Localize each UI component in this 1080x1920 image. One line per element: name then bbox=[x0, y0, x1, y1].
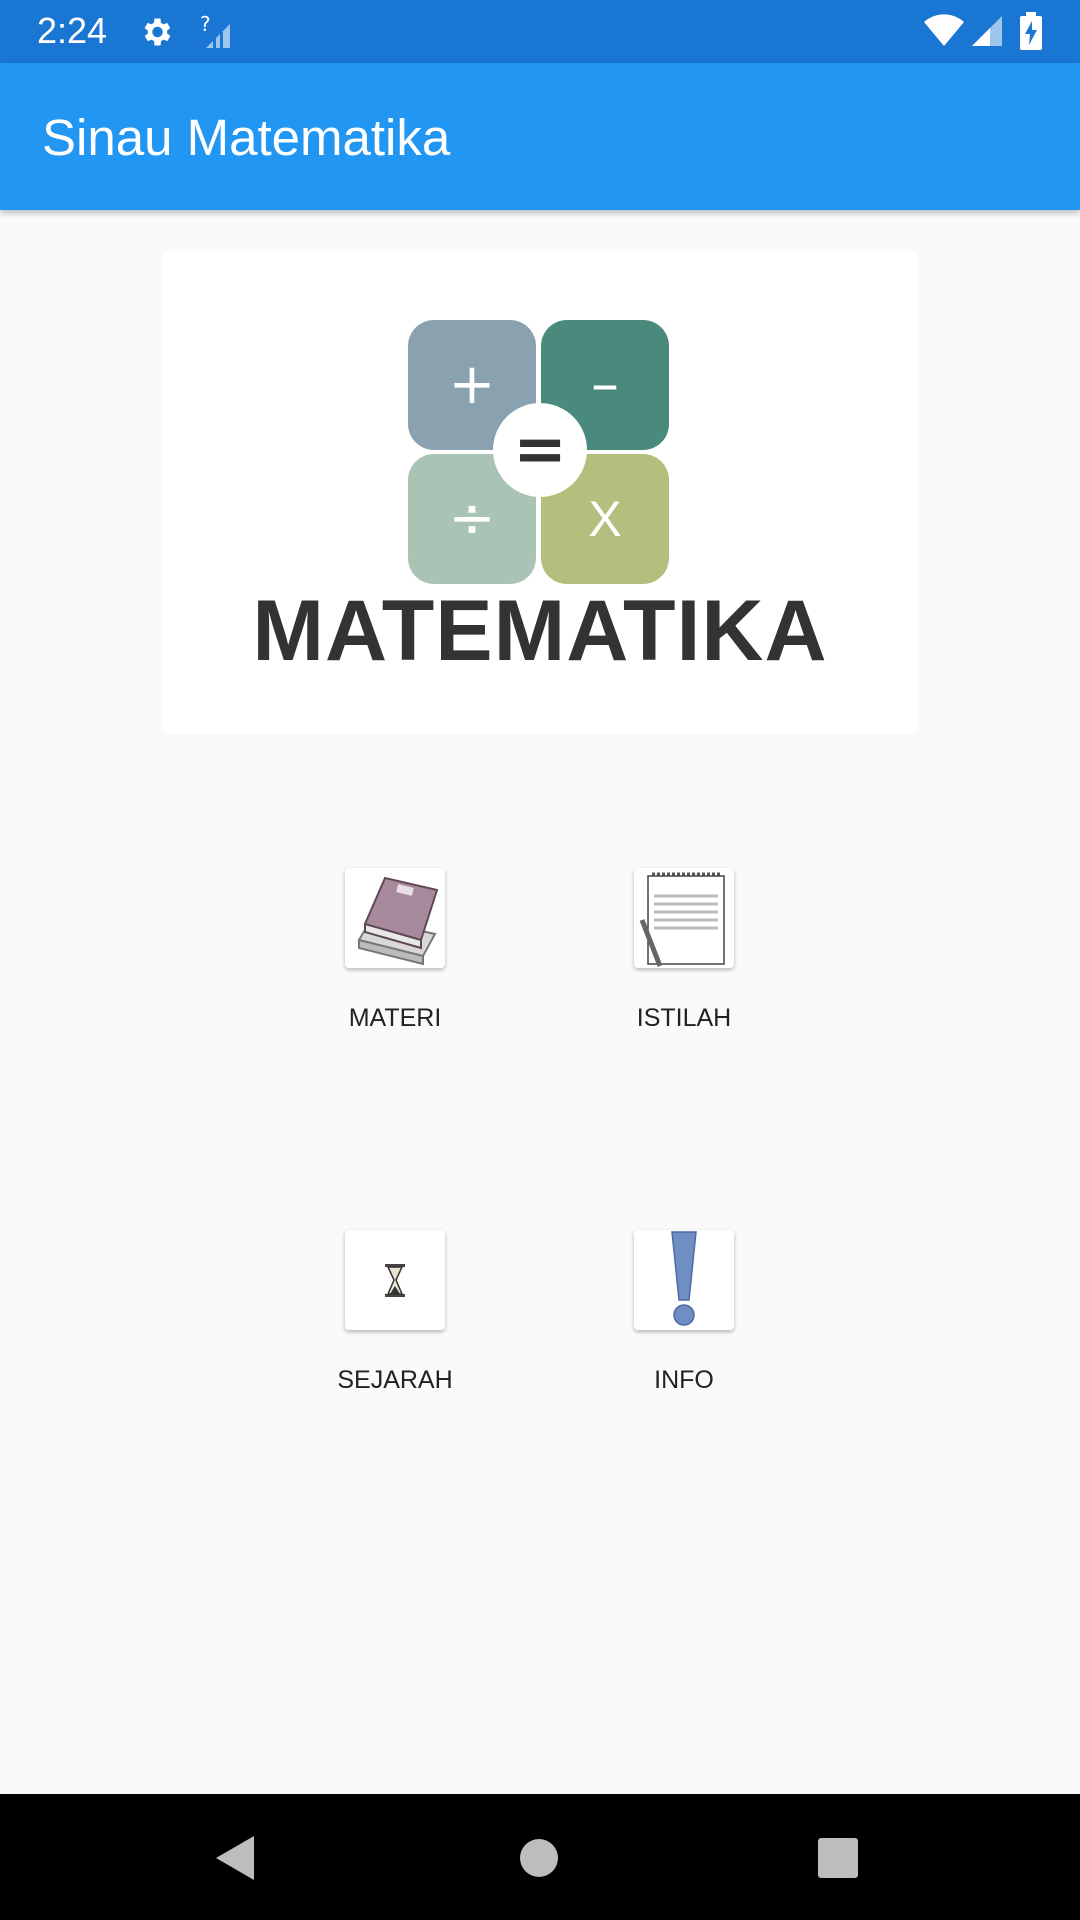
status-time: 2:24 bbox=[37, 10, 108, 51]
math-logo: + – ÷ X = MATEMATIKA bbox=[163, 252, 917, 734]
battery-charging-icon bbox=[1020, 12, 1042, 50]
materi-icon-box[interactable] bbox=[345, 868, 445, 968]
sejarah-button[interactable]: SEJARAH bbox=[295, 1230, 495, 1430]
equals-circle: = bbox=[493, 403, 587, 497]
app-bar: Sinau Matematika bbox=[0, 63, 1080, 210]
exclamation-icon bbox=[671, 1231, 697, 1326]
logo-wordmark: MATEMATIKA bbox=[252, 583, 828, 679]
info-label: INFO bbox=[654, 1366, 714, 1394]
cell-signal-icon bbox=[972, 16, 1002, 46]
divide-symbol: ÷ bbox=[448, 486, 496, 551]
equals-symbol: = bbox=[513, 413, 567, 487]
sejarah-icon-box[interactable] bbox=[345, 1230, 445, 1330]
status-bar: 2:24 ? bbox=[0, 0, 1080, 63]
info-icon-box[interactable] bbox=[634, 1230, 734, 1330]
info-button[interactable]: INFO bbox=[584, 1230, 784, 1430]
sejarah-label: SEJARAH bbox=[337, 1366, 453, 1394]
no-sim-signal-icon: ? bbox=[200, 14, 230, 48]
istilah-icon-box[interactable] bbox=[634, 868, 734, 968]
materi-label: MATERI bbox=[348, 1004, 442, 1032]
navigation-bar bbox=[0, 1794, 1080, 1920]
svg-text:?: ? bbox=[200, 14, 211, 36]
settings-icon bbox=[144, 18, 171, 46]
home-icon[interactable] bbox=[519, 1838, 559, 1878]
notepad-icon bbox=[639, 872, 725, 967]
times-symbol: X bbox=[588, 491, 622, 547]
plus-symbol: + bbox=[448, 352, 496, 417]
back-icon[interactable] bbox=[214, 1834, 258, 1882]
recents-icon[interactable] bbox=[818, 1838, 858, 1878]
istilah-button[interactable]: ISTILAH bbox=[584, 868, 784, 1068]
app-title: Sinau Matematika bbox=[42, 109, 451, 166]
minus-symbol: – bbox=[591, 352, 619, 417]
istilah-label: ISTILAH bbox=[636, 1004, 732, 1032]
wifi-icon bbox=[924, 14, 964, 46]
materi-button[interactable]: MATERI bbox=[295, 868, 495, 1068]
hourglass-icon bbox=[385, 1264, 405, 1297]
books-icon bbox=[357, 876, 439, 966]
